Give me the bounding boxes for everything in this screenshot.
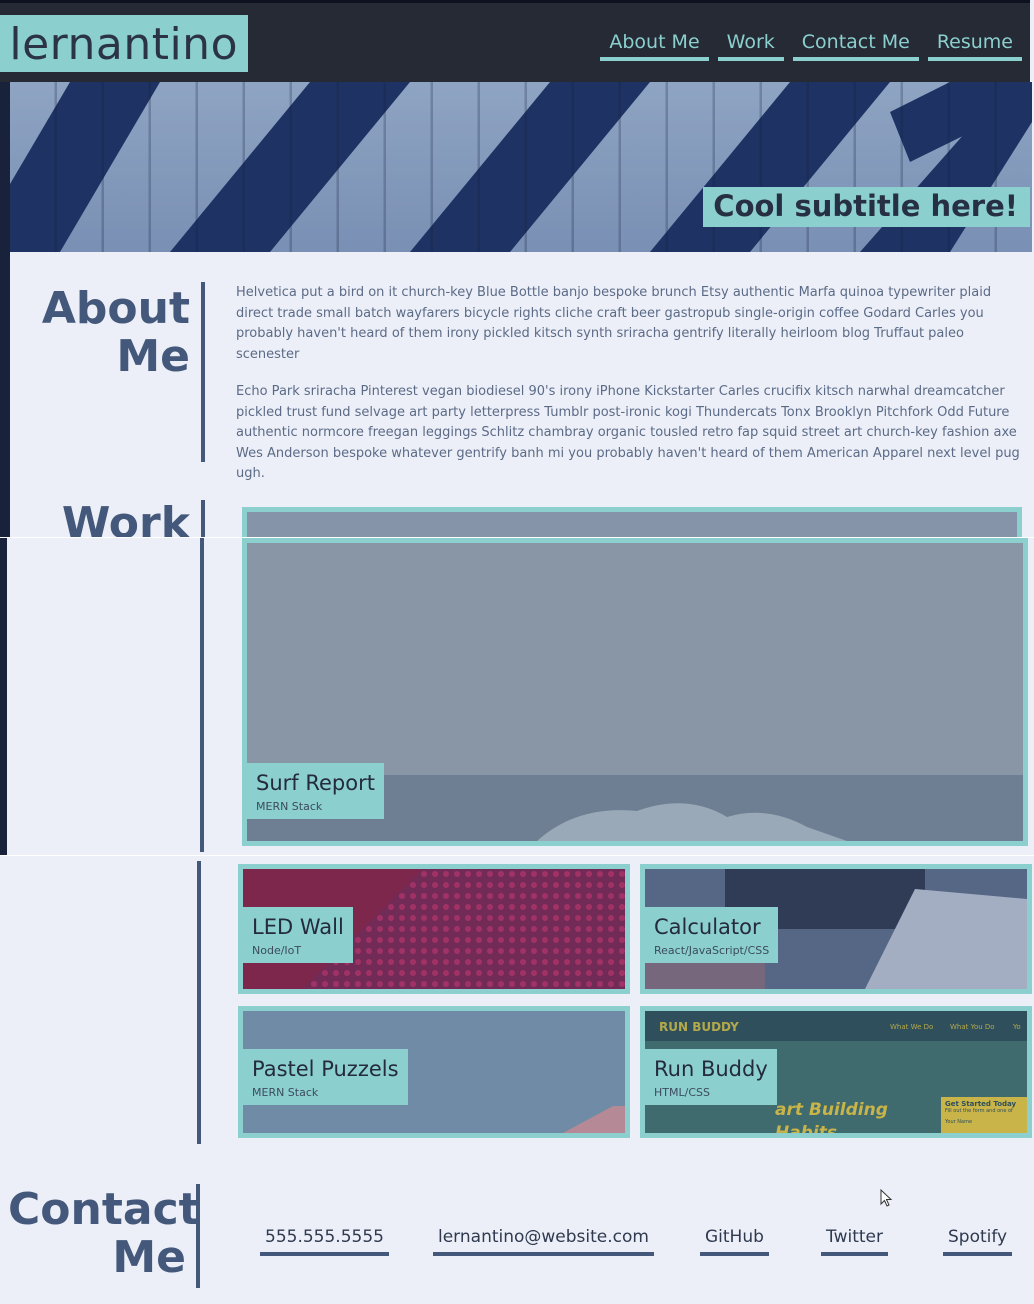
run-buddy-label: Run Buddy HTML/CSS <box>645 1049 777 1105</box>
logo-text: lernantino <box>9 19 238 70</box>
screenshot-bottom: LED Wall Node/IoT Calculator React/JavaS… <box>0 856 1034 1304</box>
pastel-puzzels-label: Pastel Puzzels MERN Stack <box>243 1049 408 1105</box>
contact-twitter-link[interactable]: Twitter <box>821 1227 888 1256</box>
led-wall-stack: Node/IoT <box>252 944 302 957</box>
contact-divider <box>196 1184 200 1288</box>
run-buddy-nav-2: What You Do <box>950 1023 995 1031</box>
hero-subtitle: Cool subtitle here! <box>703 187 1030 227</box>
project-led-wall[interactable]: LED Wall Node/IoT <box>238 864 630 994</box>
site-header: lernantino About Me Work Contact Me Resu… <box>0 0 1030 82</box>
nav-contact-me[interactable]: Contact Me <box>792 31 919 61</box>
work-divider-top <box>201 500 205 537</box>
about-paragraph-2: Echo Park sriracha Pinterest vegan biodi… <box>236 384 1020 481</box>
left-edge-2 <box>0 538 7 855</box>
run-buddy-stack: HTML/CSS <box>654 1086 710 1099</box>
screenshot-top: lernantino About Me Work Contact Me Resu… <box>0 0 1034 537</box>
surf-report-stack: MERN Stack <box>256 800 323 813</box>
led-wall-label: LED Wall Node/IoT <box>243 907 353 963</box>
work-divider-bottom <box>197 861 201 1144</box>
contact-title-line1: Contact <box>8 1184 200 1235</box>
run-buddy-brand-text: RUN BUDDY <box>659 1020 739 1034</box>
project-run-buddy[interactable]: RUN BUDDY What We Do What You Do Yo art … <box>640 1006 1032 1138</box>
surf-report-label: Surf Report MERN Stack <box>247 763 384 819</box>
contact-phone-link[interactable]: 555.555.5555 <box>260 1227 389 1256</box>
contact-title: Contact Me <box>8 1184 200 1283</box>
run-buddy-headline: art Building Habits <box>775 1100 888 1138</box>
contact-spotify-link[interactable]: Spotify <box>943 1227 1013 1256</box>
pastel-puzzels-stack: MERN Stack <box>252 1086 319 1099</box>
site-logo[interactable]: lernantino <box>0 15 248 72</box>
run-buddy-form: Get Started Today Fill out the form and … <box>941 1097 1027 1133</box>
calculator-label: Calculator React/JavaScript/CSS <box>645 907 779 963</box>
hero-banner: Cool subtitle here! <box>10 82 1032 252</box>
calculator-stack: React/JavaScript/CSS <box>654 944 770 957</box>
run-buddy-title: Run Buddy <box>654 1057 768 1081</box>
nav-resume[interactable]: Resume <box>927 31 1022 61</box>
featured-project-top-edge <box>242 507 1022 537</box>
run-buddy-nav-3: Yo <box>1013 1023 1021 1031</box>
contact-email-link[interactable]: lernantino@website.com <box>433 1227 654 1256</box>
work-divider <box>200 538 204 852</box>
project-calculator[interactable]: Calculator React/JavaScript/CSS <box>640 864 1032 994</box>
project-surf-report[interactable]: Surf Report MERN Stack <box>242 538 1028 846</box>
about-divider <box>201 282 205 462</box>
pastel-puzzels-title: Pastel Puzzels <box>252 1057 399 1081</box>
nav-about-me[interactable]: About Me <box>600 31 709 61</box>
about-title-line1: About <box>41 283 190 334</box>
calculator-title: Calculator <box>654 915 761 939</box>
main-nav: About Me Work Contact Me Resume <box>600 31 1022 61</box>
work-title: Work <box>61 498 190 537</box>
contact-github-link[interactable]: GitHub <box>700 1227 769 1256</box>
project-pastel-puzzels[interactable]: Pastel Puzzels MERN Stack <box>238 1006 630 1138</box>
about-paragraph-1: Helvetica put a bird on it church-key Bl… <box>236 285 992 362</box>
mouse-pointer-icon <box>880 1189 893 1207</box>
led-wall-title: LED Wall <box>252 915 344 939</box>
screenshot-middle: Surf Report MERN Stack <box>0 538 1034 855</box>
surf-report-title: Surf Report <box>256 771 375 795</box>
about-title-line2: Me <box>116 330 190 382</box>
run-buddy-nav-1: What We Do <box>890 1023 934 1031</box>
about-title: About Me <box>40 285 190 380</box>
contact-title-line2: Me <box>112 1231 186 1283</box>
nav-work[interactable]: Work <box>717 31 784 61</box>
about-text: Helvetica put a bird on it church-key Bl… <box>236 283 1026 485</box>
